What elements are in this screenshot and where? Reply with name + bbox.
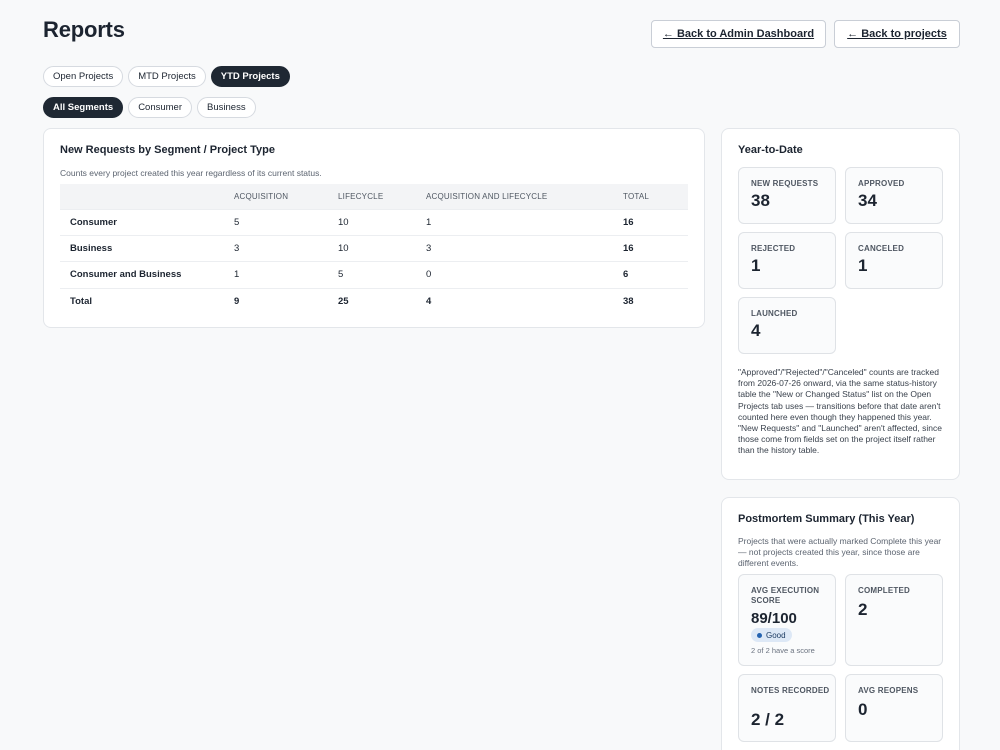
stat-label: AVG EXECUTION SCORE	[751, 586, 820, 605]
year-to-date-card: Year-to-Date NEW REQUESTS 38 APPROVED 34…	[721, 128, 960, 480]
segment-table: ACQUISITION LIFECYCLE ACQUISITION AND LI…	[60, 184, 688, 315]
table-cell: 3	[234, 234, 338, 262]
table-cell-total: 16	[623, 234, 688, 262]
table-row-total: Total 9 25 4 38	[60, 287, 688, 315]
stat-label: COMPLETED	[858, 586, 911, 595]
stat-label: APPROVED	[858, 179, 905, 188]
segment-tabs: All Segments Consumer Business	[43, 97, 256, 118]
tab-ytd-projects[interactable]: YTD Projects	[210, 66, 290, 87]
stat-value: 89/100	[751, 610, 797, 627]
table-cell: 10	[338, 208, 426, 236]
score-coverage-note: 2 of 2 have a score	[751, 646, 815, 655]
stat-value: 1	[751, 256, 761, 275]
ytd-note: "Approved"/"Rejected"/"Canceled" counts …	[738, 367, 942, 456]
badge-label: Good	[766, 630, 786, 640]
status-dot-icon	[757, 632, 762, 638]
back-to-projects-button[interactable]: ← Back to projects	[834, 20, 960, 48]
stat-label: REJECTED	[751, 244, 796, 253]
column-header: LIFECYCLE	[338, 184, 426, 209]
tab-business[interactable]: Business	[197, 97, 256, 118]
tab-all-segments[interactable]: All Segments	[43, 97, 124, 118]
stat-label: AVG REOPENS	[858, 686, 919, 695]
period-tabs: Open Projects MTD Projects YTD Projects	[43, 66, 290, 87]
ytd-title: Year-to-Date	[738, 144, 803, 156]
row-label: Business	[60, 234, 234, 262]
table-cell-total: 16	[623, 208, 688, 236]
tab-consumer[interactable]: Consumer	[128, 97, 193, 118]
column-header	[60, 184, 234, 209]
segment-project-type-card: New Requests by Segment / Project Type C…	[43, 128, 705, 328]
column-header: ACQUISITION AND LIFECYCLE	[426, 184, 623, 209]
stat-label: NOTES RECORDED	[751, 686, 830, 695]
column-header: ACQUISITION	[234, 184, 338, 209]
stat-avg-execution-score: AVG EXECUTION SCORE 89/100 Good 2 of 2 h…	[738, 574, 836, 666]
stat-new-requests: NEW REQUESTS 38	[738, 167, 836, 224]
stat-label: NEW REQUESTS	[751, 179, 819, 188]
page-title: Reports	[43, 17, 125, 42]
table-cell: 1	[234, 261, 338, 289]
table-row: Business 3 10 3 16	[60, 234, 688, 262]
score-badge: Good	[751, 628, 792, 642]
stat-value: 2 / 2	[751, 710, 785, 729]
table-cell: 5	[234, 208, 338, 236]
row-label: Total	[60, 287, 234, 315]
stat-value: 34	[858, 191, 877, 210]
tab-open-projects[interactable]: Open Projects	[43, 66, 124, 87]
stat-rejected: REJECTED 1	[738, 232, 836, 289]
table-cell-total: 38	[623, 287, 688, 315]
column-header: TOTAL	[623, 184, 688, 209]
stat-completed: COMPLETED 2	[845, 574, 943, 666]
stat-approved: APPROVED 34	[845, 167, 943, 224]
table-row: Consumer 5 10 1 16	[60, 208, 688, 236]
stat-value: 4	[751, 321, 761, 340]
table-cell: 3	[426, 234, 623, 262]
stat-value: 2	[858, 600, 868, 619]
stat-value: 38	[751, 191, 770, 210]
table-cell: 25	[338, 287, 426, 315]
table-row: Consumer and Business 1 5 0 6	[60, 261, 688, 289]
segment-card-subtitle: Counts every project created this year r…	[60, 168, 322, 178]
stat-value: 0	[858, 700, 868, 719]
row-label: Consumer and Business	[60, 261, 234, 289]
table-cell-total: 6	[623, 261, 688, 289]
table-cell: 5	[338, 261, 426, 289]
segment-card-title: New Requests by Segment / Project Type	[60, 144, 275, 156]
back-to-admin-dashboard-button[interactable]: ← Back to Admin Dashboard	[651, 20, 826, 48]
postmortem-title: Postmortem Summary (This Year)	[738, 513, 915, 525]
row-label: Consumer	[60, 208, 234, 236]
stat-launched: LAUNCHED 4	[738, 297, 836, 354]
stat-avg-reopens: AVG REOPENS 0	[845, 674, 943, 742]
table-cell: 10	[338, 234, 426, 262]
stat-value: 1	[858, 256, 868, 275]
stat-label: LAUNCHED	[751, 309, 798, 318]
stat-canceled: CANCELED 1	[845, 232, 943, 289]
stat-label: CANCELED	[858, 244, 905, 253]
stat-notes-recorded: NOTES RECORDED 2 / 2	[738, 674, 836, 742]
table-cell: 9	[234, 287, 338, 315]
table-cell: 4	[426, 287, 623, 315]
table-header-row: ACQUISITION LIFECYCLE ACQUISITION AND LI…	[60, 184, 688, 209]
postmortem-subtitle: Projects that were actually marked Compl…	[738, 536, 942, 568]
table-cell: 1	[426, 208, 623, 236]
tab-mtd-projects[interactable]: MTD Projects	[128, 66, 206, 87]
table-cell: 0	[426, 261, 623, 289]
postmortem-summary-card: Postmortem Summary (This Year) Projects …	[721, 497, 960, 750]
